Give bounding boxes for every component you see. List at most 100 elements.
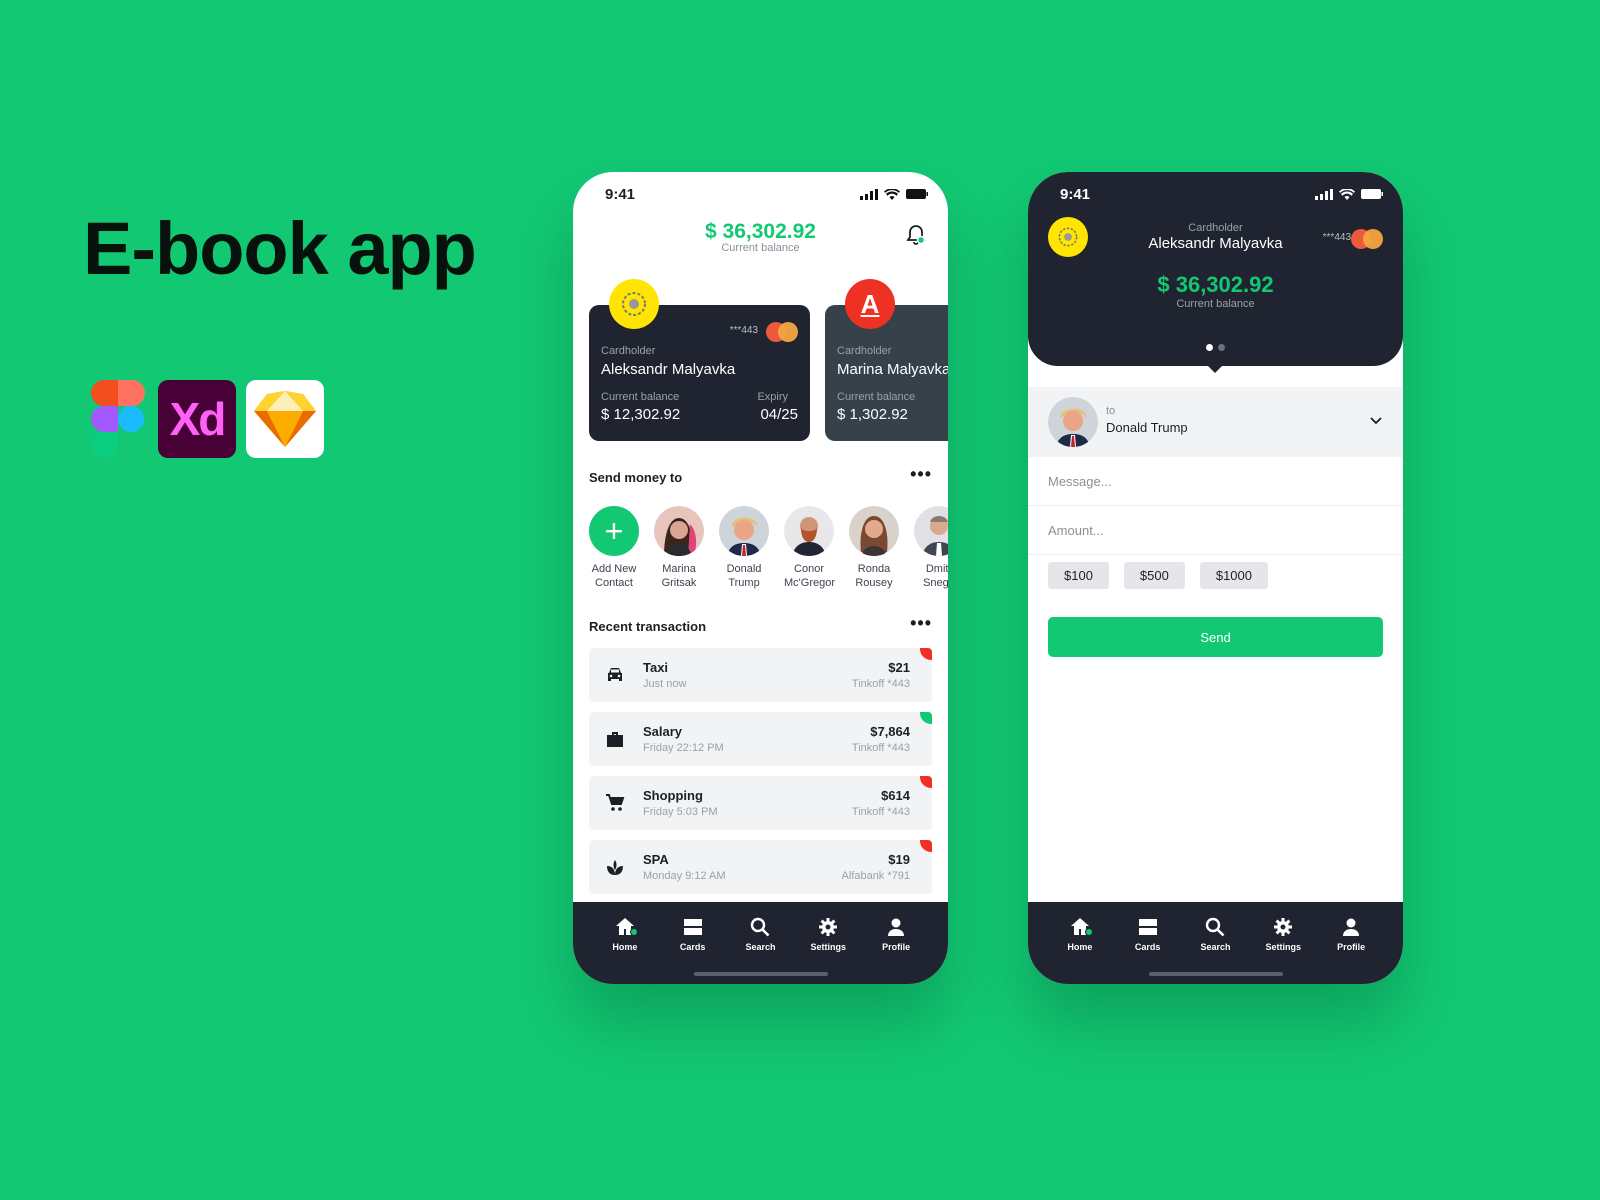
tab-home[interactable]: Home (600, 916, 650, 984)
balance-amount: $ 36,302.92 (705, 220, 816, 243)
status-time: 9:41 (605, 185, 636, 203)
contact-item[interactable]: Conor Mc'Gregor (784, 506, 835, 590)
battery-icon (1361, 189, 1383, 199)
search-icon (1206, 917, 1225, 937)
add-contact-button[interactable]: + Add New Contact (589, 506, 639, 590)
transaction-row[interactable]: Salary Friday 22:12 PM $7,864 Tinkoff *4… (589, 712, 932, 766)
tab-label: Settings (810, 942, 847, 952)
card-number-mask: ***443 (1322, 232, 1351, 243)
tab-label: Home (612, 942, 638, 952)
spa-icon (607, 860, 623, 875)
contact-item[interactable]: Marina Gritsak (654, 506, 704, 590)
contact-item[interactable]: Ronda Rousey (849, 506, 899, 590)
adobe-xd-icon: Xd (158, 380, 236, 458)
card-expiry: 04/25 (760, 406, 798, 423)
send-more-icon[interactable]: ••• (910, 464, 932, 485)
car-icon (608, 668, 622, 681)
transaction-name: SPA (643, 852, 669, 867)
transaction-source: Tinkoff *443 (851, 678, 910, 690)
card-balance-label: Current balance (837, 391, 916, 403)
transaction-name: Taxi (643, 660, 669, 675)
contact-name: Add New Contact (591, 563, 637, 589)
card-pager[interactable] (1028, 344, 1403, 351)
tab-label: Home (1067, 942, 1093, 952)
amount-chip-500[interactable]: $500 (1123, 562, 1185, 589)
home-indicator (1149, 972, 1283, 976)
battery-icon (906, 189, 928, 199)
recent-more-icon[interactable]: ••• (910, 613, 932, 634)
card-balance: $ 1,302.92 (837, 406, 908, 423)
page-title: E-book app (83, 207, 477, 290)
message-field (1028, 457, 1403, 506)
active-indicator (1084, 928, 1093, 936)
transaction-row[interactable]: Shopping Friday 5:03 PM $614 Tinkoff *44… (589, 776, 932, 830)
sketch-icon (246, 380, 324, 458)
tab-home[interactable]: Home (1055, 916, 1105, 984)
card-balance: $ 12,302.92 (601, 406, 681, 423)
contact-name: Dmitr Snego (923, 563, 948, 589)
card-balance-label: Current balance (601, 391, 680, 403)
status-badge (920, 648, 932, 660)
amount-chip-1000[interactable]: $1000 (1199, 562, 1268, 589)
cart-icon (606, 794, 625, 811)
home-indicator (694, 972, 828, 976)
avatar (719, 506, 769, 556)
cards-icon (683, 919, 702, 935)
search-icon (751, 917, 770, 937)
transaction-source: Tinkoff *443 (851, 742, 910, 754)
status-badge (920, 840, 932, 852)
tab-profile[interactable]: Profile (1326, 916, 1376, 984)
transaction-amount: $19 (888, 852, 910, 867)
transaction-amount: $614 (881, 788, 910, 803)
tab-profile[interactable]: Profile (871, 916, 921, 984)
contact-list: + Add New Contact Marina Gritsak Donald … (589, 506, 948, 590)
card-holder-label: Cardholder (601, 345, 656, 357)
recipient-label: to (1106, 405, 1116, 417)
tab-label: Search (1200, 942, 1231, 952)
status-bar: 9:41 (1028, 172, 1403, 216)
tab-label: Cards (679, 942, 706, 952)
home-screen: 9:41 $ 36,302.92 Current balance ***443 … (573, 172, 948, 984)
avatar (654, 506, 704, 556)
amount-chips: $100 $500 $1000 (1048, 562, 1268, 589)
amount-input[interactable] (1028, 506, 1403, 554)
profile-icon (888, 918, 905, 936)
amount-chip-100[interactable]: $100 (1048, 562, 1109, 589)
send-button[interactable]: Send (1048, 617, 1383, 657)
avatar (914, 506, 948, 556)
pager-dot[interactable] (1206, 344, 1213, 351)
recipient-name: Donald Trump (1106, 420, 1188, 435)
card-header: 9:41 Cardholder Aleksandr Malyavka ***44… (1028, 172, 1403, 373)
cards-icon (1138, 919, 1157, 935)
bell-icon[interactable] (906, 224, 926, 251)
active-indicator (629, 928, 638, 936)
transaction-name: Shopping (643, 788, 703, 803)
recipient-select[interactable]: to Donald Trump (1028, 387, 1403, 457)
contact-item[interactable]: Dmitr Snego (914, 506, 948, 590)
send-money-title: Send money to (589, 470, 683, 485)
amount-field (1028, 506, 1403, 555)
transaction-row[interactable]: SPA Monday 9:12 AM $19 Alfabank *791 (589, 840, 932, 894)
transaction-amount: $7,864 (870, 724, 910, 739)
mastercard-icon (1351, 229, 1383, 249)
plus-icon: + (589, 506, 639, 556)
message-input[interactable] (1028, 457, 1403, 505)
contact-item[interactable]: Donald Trump (719, 506, 769, 590)
chevron-down-icon[interactable] (1369, 415, 1383, 425)
status-badge (920, 776, 932, 788)
profile-icon (1343, 918, 1360, 936)
tab-label: Search (745, 942, 776, 952)
signal-icon (860, 188, 878, 200)
bank-card[interactable]: A Cardholder Marina Malyavka Current bal… (825, 279, 948, 441)
contact-name: Conor Mc'Gregor (784, 563, 835, 589)
transaction-row[interactable]: Taxi Just now $21 Tinkoff *443 (589, 648, 932, 702)
pager-dot[interactable] (1218, 344, 1225, 351)
card-holder-label: Cardholder (837, 345, 892, 357)
bank-logo-letter: A (860, 288, 880, 319)
transaction-name: Salary (643, 724, 683, 739)
tool-icons: Xd (88, 380, 324, 458)
bank-card[interactable]: ***443 Cardholder Aleksandr Malyavka Cur… (589, 279, 810, 441)
recent-transaction-title: Recent transaction (589, 619, 707, 634)
contact-name: Marina Gritsak (661, 563, 697, 589)
figma-icon (88, 380, 148, 458)
